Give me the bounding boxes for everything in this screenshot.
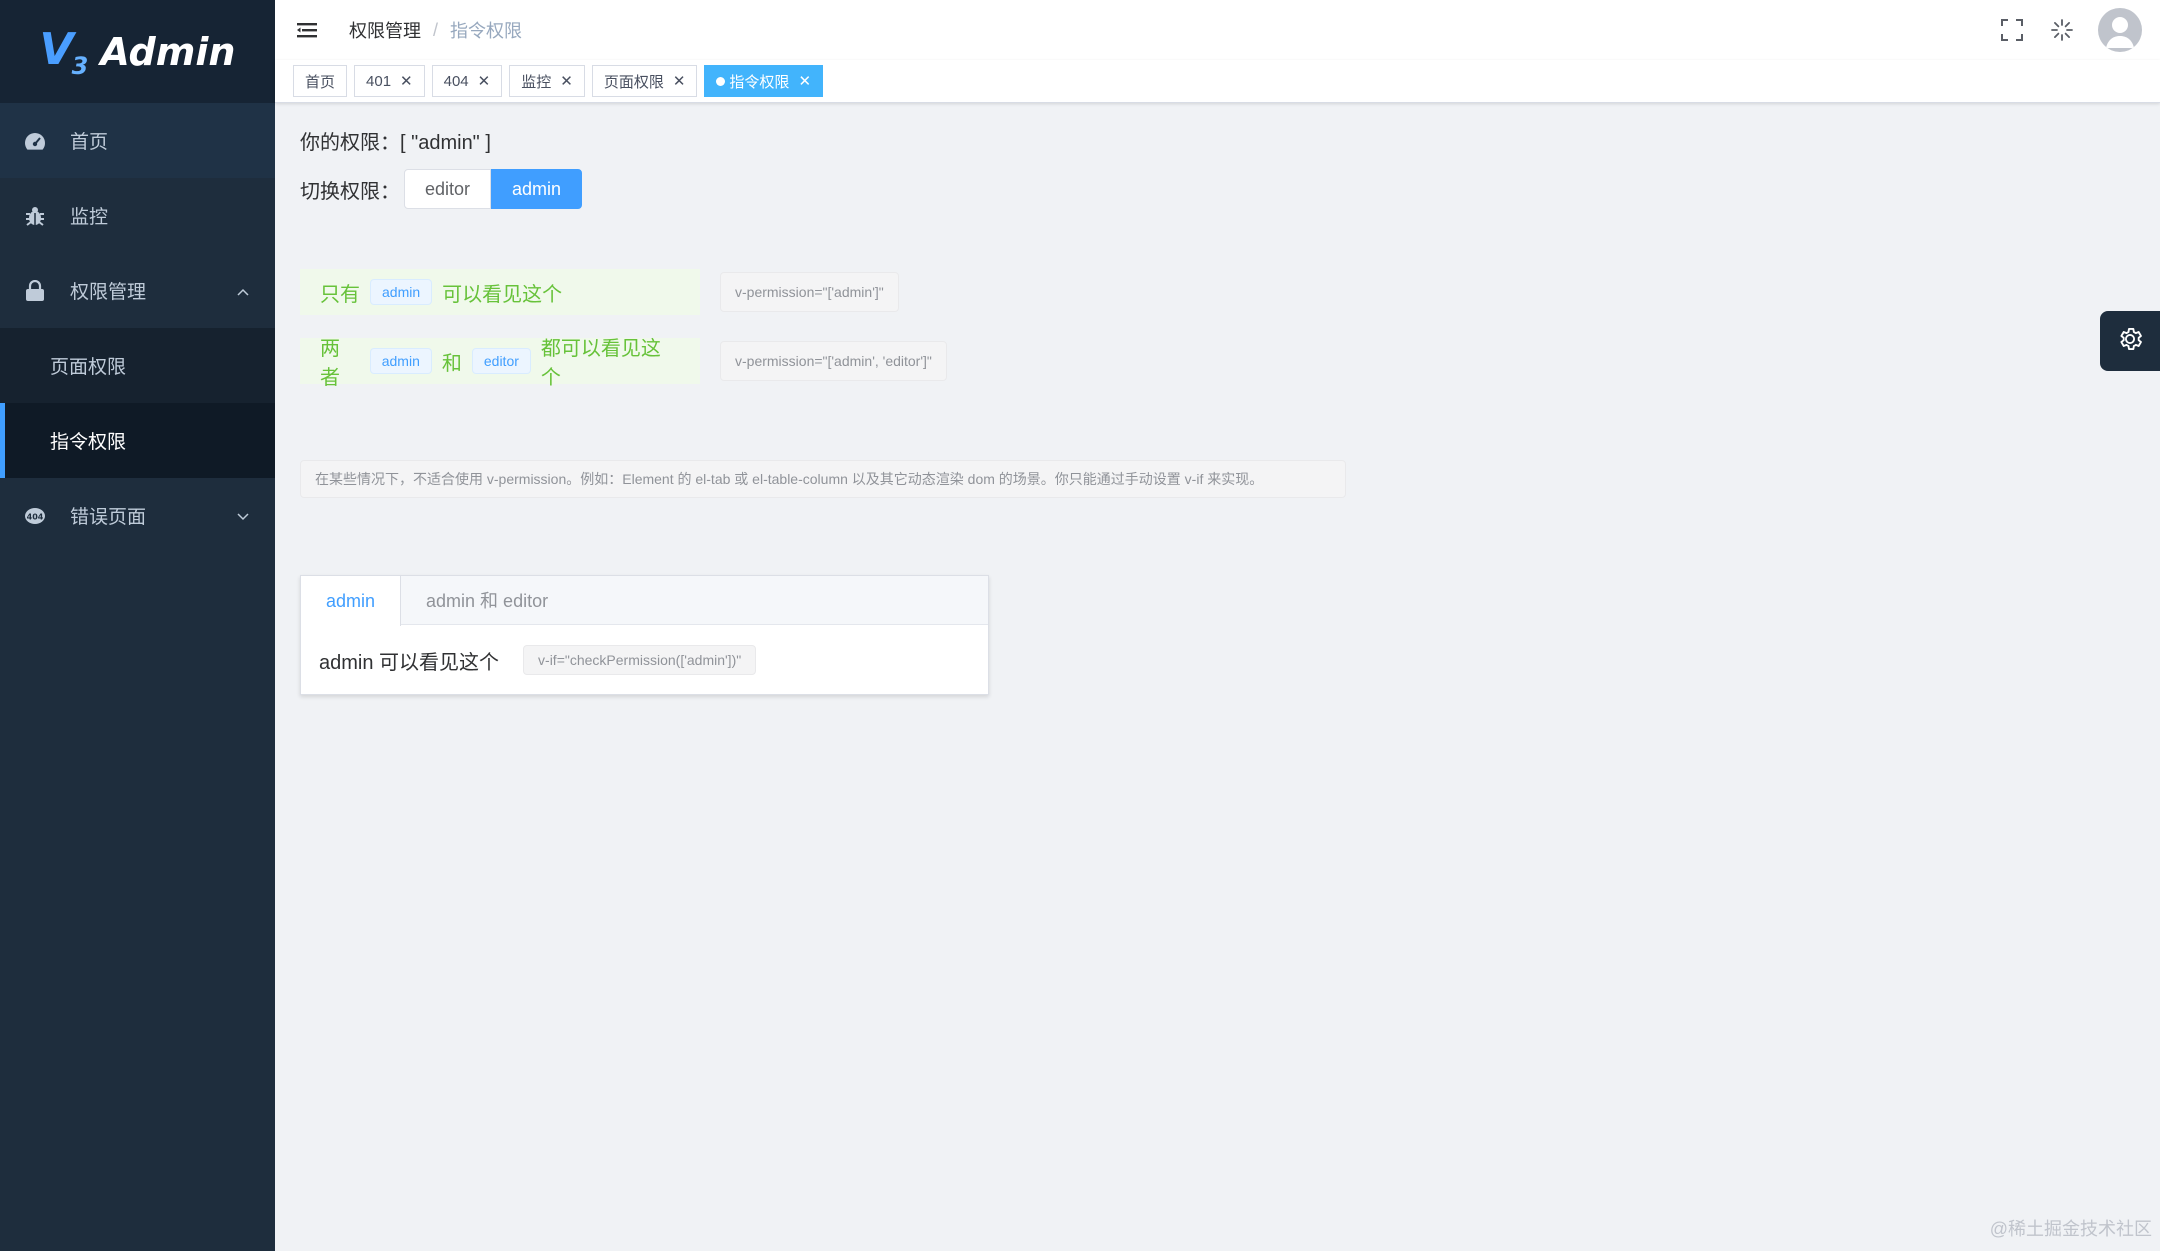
radio-editor[interactable]: editor xyxy=(404,169,492,209)
tabs-card: admin admin 和 editor admin 可以看见这个 v-if="… xyxy=(300,575,989,695)
permission-label: 你的权限： xyxy=(300,132,400,154)
breadcrumb-item-current: 指令权限 xyxy=(450,21,523,41)
tag-label: 401 xyxy=(366,72,392,90)
main-content: 你的权限：[ "admin" ] 切换权限： editor admin 只有 a… xyxy=(275,104,2160,1251)
tag-label: 页面权限 xyxy=(603,73,664,91)
switch-label: 切换权限： xyxy=(300,180,400,203)
logo-text: Admin xyxy=(100,29,236,74)
sidebar: V3 Admin 首页 监控 权限管理 页面权限 指令权限 404 错误页面 xyxy=(0,0,275,1251)
settings-button[interactable] xyxy=(2100,311,2160,371)
radio-admin[interactable]: admin xyxy=(491,169,583,209)
demo-text: 只有 xyxy=(320,283,360,306)
demo-text: 和 xyxy=(441,352,462,375)
permission-value: [ "admin" ] xyxy=(400,132,491,154)
lock-icon xyxy=(24,279,46,302)
avatar[interactable] xyxy=(2098,8,2142,52)
code-tag: v-if="checkPermission(['admin'])" xyxy=(523,645,757,675)
tab-panel-text: admin 可以看见这个 xyxy=(319,651,500,674)
sidebar-item-label: 指令权限 xyxy=(50,432,127,453)
sidebar-item-label: 权限管理 xyxy=(70,282,147,303)
tab-admin-and-editor[interactable]: admin 和 editor xyxy=(401,576,573,624)
demo-text: 可以看见这个 xyxy=(442,283,563,306)
code-tag: v-permission="['admin', 'editor']" xyxy=(720,341,947,381)
chevron-up-icon xyxy=(237,280,249,302)
sidebar-item-home[interactable]: 首页 xyxy=(0,103,275,178)
demo-text: 两者 xyxy=(320,338,340,389)
fullscreen-icon[interactable] xyxy=(1998,16,2026,44)
svg-text:404: 404 xyxy=(27,512,44,521)
role-tag-admin: admin xyxy=(370,279,433,305)
close-icon[interactable]: ✕ xyxy=(400,72,413,90)
demo-both-row: 两者 admin 和 editor 都可以看见这个 v-permission="… xyxy=(300,338,947,389)
gear-icon xyxy=(2116,325,2144,358)
demo-both-box: 两者 admin 和 editor 都可以看见这个 xyxy=(300,338,700,389)
tab-panel: admin 可以看见这个 v-if="checkPermission(['adm… xyxy=(301,625,988,695)
hamburger-icon[interactable] xyxy=(297,20,319,40)
watermark: @稀土掘金技术社区 xyxy=(1989,1219,2152,1239)
close-icon[interactable]: ✕ xyxy=(673,72,686,90)
tag-directive-permission[interactable]: 指令权限 ✕ xyxy=(704,65,824,97)
sidebar-item-label: 监控 xyxy=(70,207,109,228)
tag-401[interactable]: 401 ✕ xyxy=(354,65,425,97)
tag-404[interactable]: 404 ✕ xyxy=(431,65,503,97)
bug-icon xyxy=(24,205,46,227)
close-icon[interactable]: ✕ xyxy=(560,72,573,90)
code-tag: v-permission="['admin']" xyxy=(720,272,899,312)
sidebar-item-label: 页面权限 xyxy=(50,357,127,378)
404-icon: 404 xyxy=(24,505,46,527)
breadcrumb: 权限管理 / 指令权限 xyxy=(349,17,522,43)
sidebar-item-label: 错误页面 xyxy=(70,507,147,528)
current-permission: 你的权限：[ "admin" ] xyxy=(300,126,491,155)
tag-label: 首页 xyxy=(305,73,336,91)
info-note: 在某些情况下，不适合使用 v-permission。例如：Element 的 e… xyxy=(300,460,1346,498)
tag-label: 指令权限 xyxy=(729,73,790,91)
breadcrumb-item-permission[interactable]: 权限管理 xyxy=(349,17,421,43)
role-tag-editor: editor xyxy=(471,348,531,374)
close-icon[interactable]: ✕ xyxy=(798,72,811,90)
sidebar-item-error-pages[interactable]: 404 错误页面 xyxy=(0,478,275,553)
logo[interactable]: V3 Admin xyxy=(0,0,275,103)
tags-view: 首页 401 ✕ 404 ✕ 监控 ✕ 页面权限 ✕ 指令权限 ✕ xyxy=(275,60,2160,103)
tab-admin[interactable]: admin xyxy=(301,576,402,626)
demo-admin-row: 只有 admin 可以看见这个 v-permission="['admin']" xyxy=(300,269,899,315)
tag-page-permission[interactable]: 页面权限 ✕ xyxy=(591,65,698,97)
tag-label: 监控 xyxy=(521,73,552,91)
close-icon[interactable]: ✕ xyxy=(478,72,491,90)
tabs-header: admin admin 和 editor xyxy=(301,576,988,626)
permission-radio-group: editor admin xyxy=(404,169,583,209)
navbar: 权限管理 / 指令权限 xyxy=(275,0,2160,60)
role-tag-admin: admin xyxy=(369,348,432,374)
demo-text: 都可以看见这个 xyxy=(540,338,661,389)
active-dot-icon xyxy=(716,76,726,86)
sidebar-item-monitor[interactable]: 监控 xyxy=(0,178,275,253)
dashboard-icon xyxy=(24,130,46,152)
tag-label: 404 xyxy=(443,72,469,90)
demo-admin-box: 只有 admin 可以看见这个 xyxy=(300,269,700,315)
navbar-right xyxy=(1998,0,2142,60)
sidebar-item-permission[interactable]: 权限管理 xyxy=(0,253,275,328)
tag-monitor[interactable]: 监控 ✕ xyxy=(509,65,585,97)
sidebar-item-directive-permission[interactable]: 指令权限 xyxy=(0,403,275,478)
switch-permission-row: 切换权限： editor admin xyxy=(300,169,583,209)
logo-mark: V3 xyxy=(39,23,89,80)
loading-icon[interactable] xyxy=(2048,16,2076,44)
submenu-permission: 页面权限 指令权限 xyxy=(0,328,275,478)
chevron-down-icon xyxy=(237,505,249,527)
breadcrumb-separator: / xyxy=(433,19,439,40)
sidebar-item-label: 首页 xyxy=(70,132,109,153)
sidebar-item-page-permission[interactable]: 页面权限 xyxy=(0,328,275,403)
tag-home[interactable]: 首页 xyxy=(293,65,348,97)
